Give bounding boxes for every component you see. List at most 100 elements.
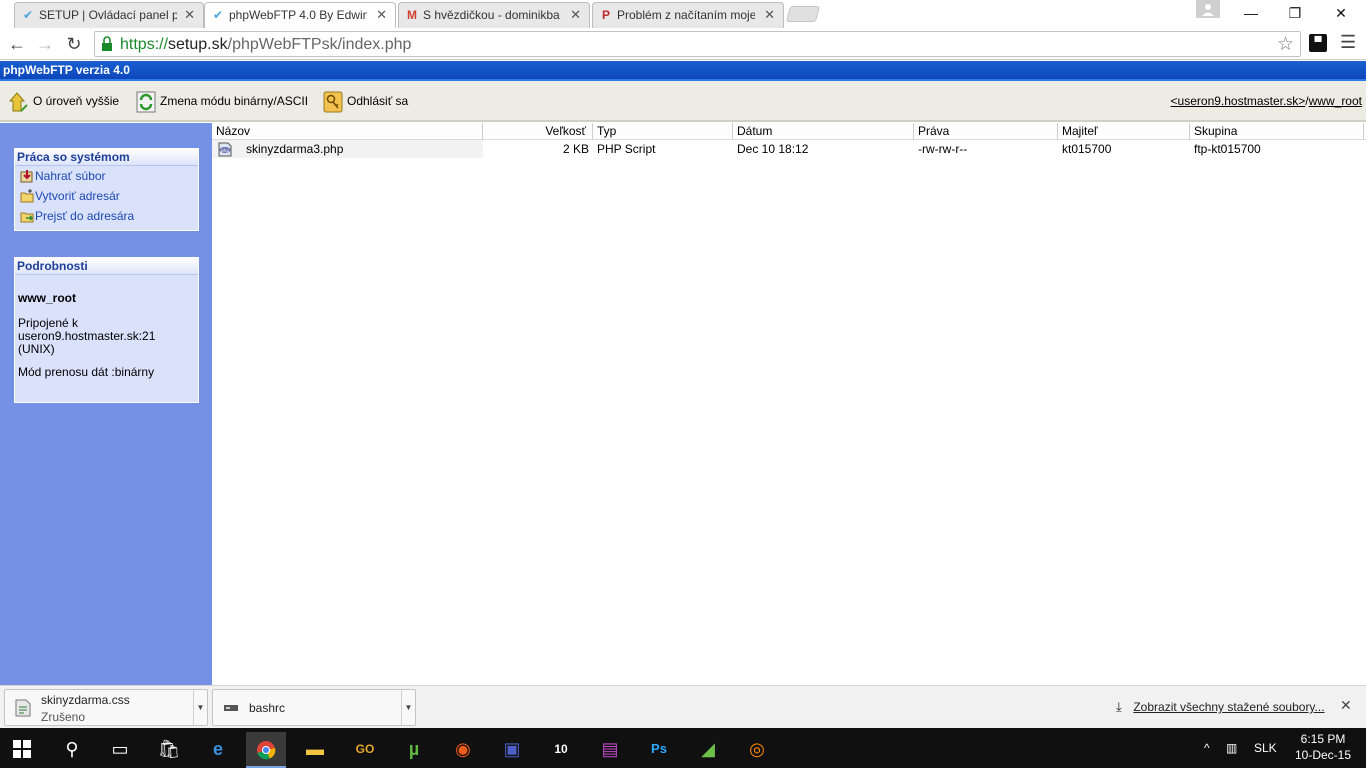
download-item[interactable]: bashrc ▼: [212, 689, 416, 726]
toggle-mode-label: Zmena módu binárny/ASCII: [160, 94, 309, 108]
file-name-cell[interactable]: php skinyzdarma3.php: [212, 140, 483, 158]
edge-icon[interactable]: e: [198, 732, 238, 768]
file-date: Dec 10 18:12: [737, 142, 809, 156]
app-title-bar: phpWebFTP verzia 4.0: [0, 61, 1366, 81]
new-tab-button[interactable]: [785, 6, 821, 22]
extension-icon[interactable]: ▀: [1309, 34, 1327, 52]
floppy-icon[interactable]: ▣: [492, 732, 532, 768]
logout-label: Odhlásiť sa: [347, 94, 409, 108]
download-name: skinyzdarma.css: [41, 693, 130, 707]
up-level-button[interactable]: O úroveň vyššie: [9, 89, 119, 113]
up-level-label: O úroveň vyššie: [33, 94, 120, 108]
system-box: Práca so systémom Nahrať súbor Vytvoriť …: [14, 148, 199, 231]
forward-arrow-icon[interactable]: →: [33, 32, 57, 56]
address-bar[interactable]: https://setup.sk/phpWebFTPsk/index.php ☆: [94, 31, 1301, 57]
column-header-name[interactable]: Názov: [212, 123, 483, 140]
file-name[interactable]: skinyzdarma3.php: [246, 142, 343, 156]
go-to-dir-label: Prejsť do adresára: [35, 209, 135, 223]
file-list: Názov Veľkosť Typ Dátum Práva Majiteľ Sk…: [212, 123, 1366, 685]
system-box-title: Práca so systémom: [15, 149, 198, 166]
search-icon[interactable]: ⚲: [52, 732, 92, 768]
tab-setup[interactable]: ✔ SETUP | Ovládací panel pre ✕: [14, 2, 204, 28]
reload-icon[interactable]: ↻: [62, 32, 86, 56]
tab-close-icon[interactable]: ✕: [376, 3, 387, 27]
tab-problem[interactable]: P Problém z načítaním moje ✕: [592, 2, 784, 28]
tray-chevron-up-icon[interactable]: ^: [1204, 728, 1210, 768]
file-explorer-icon[interactable]: ▬: [295, 732, 335, 768]
tray-language[interactable]: SLK: [1254, 728, 1277, 768]
close-shelf-icon[interactable]: ✕: [1340, 697, 1352, 714]
tab-close-icon[interactable]: ✕: [764, 3, 775, 27]
transfer-mode: Mód prenosu dát :binárny: [18, 365, 155, 379]
breadcrumb-dir-link[interactable]: www_root: [1309, 94, 1362, 108]
app-leaf-icon[interactable]: ◢: [688, 732, 728, 768]
logout-button[interactable]: Odhlásiť sa: [323, 89, 408, 113]
utorrent-icon[interactable]: µ: [394, 732, 434, 768]
firefox-icon[interactable]: ◎: [737, 732, 777, 768]
current-dir-name: www_root: [18, 291, 77, 305]
close-window-button[interactable]: ✕: [1318, 0, 1364, 28]
user-profile-icon[interactable]: [1196, 0, 1220, 18]
chrome-icon[interactable]: [246, 732, 286, 768]
download-menu-chevron-icon[interactable]: ▼: [401, 690, 415, 725]
tab-phpwebftp[interactable]: ✔ phpWebFTP 4.0 By Edwin ✕: [204, 2, 396, 28]
restore-button[interactable]: ❐: [1272, 0, 1318, 28]
column-header-size[interactable]: Veľkosť: [483, 123, 593, 140]
column-header-group[interactable]: Skupina: [1190, 123, 1364, 140]
browser-toolbar: ← → ↻ https://setup.sk/phpWebFTPsk/index…: [0, 28, 1366, 60]
taskbar: ⚲ ▭ 🛍 e ▬ GO µ ◉ ▣ 10 ▤ Ps ◢ ◎ ^ ▥ SLK 6…: [0, 728, 1366, 768]
store-icon[interactable]: 🛍: [149, 732, 189, 768]
app-command-bar: O úroveň vyššie Zmena módu binárny/ASCII…: [0, 81, 1366, 122]
toggle-mode-button[interactable]: Zmena módu binárny/ASCII: [136, 89, 308, 113]
windows-start-icon[interactable]: [2, 728, 42, 768]
photoshop-icon[interactable]: Ps: [639, 732, 679, 768]
file-size: 2 KB: [562, 142, 589, 156]
column-header-type[interactable]: Typ: [593, 123, 733, 140]
download-name: bashrc: [249, 701, 286, 715]
connected-os: (UNIX): [18, 342, 55, 356]
url-scheme: https://: [120, 36, 169, 53]
url-host: setup.sk: [168, 36, 228, 53]
details-content: www_root Pripojené k useron9.hostmaster.…: [15, 292, 198, 379]
download-icon: ⤓: [1116, 699, 1122, 714]
taskbar-clock[interactable]: 6:15 PM 10-Dec-15: [1288, 731, 1358, 763]
task-view-icon[interactable]: ▭: [100, 732, 140, 768]
origin-icon[interactable]: ◉: [443, 732, 483, 768]
tab-gmail[interactable]: M S hvězdičkou - dominikba ✕: [398, 2, 590, 28]
tab-label: Problém z načítaním moje: [617, 8, 755, 22]
winrar-icon[interactable]: ▤: [590, 732, 630, 768]
tab-close-icon[interactable]: ✕: [184, 3, 195, 27]
breadcrumb-host-link[interactable]: <useron9.hostmaster.sk>: [1171, 94, 1306, 108]
upload-file-link[interactable]: Nahrať súbor: [15, 167, 198, 187]
details-box-title: Podrobnosti: [15, 258, 198, 275]
column-header-perms[interactable]: Práva: [914, 123, 1058, 140]
column-header-date[interactable]: Dátum: [733, 123, 914, 140]
clock-time: 6:15 PM: [1300, 732, 1346, 746]
table-row[interactable]: php skinyzdarma3.php 2 KB PHP Script Dec…: [212, 140, 1366, 158]
create-dir-link[interactable]: Vytvoriť adresár: [15, 187, 198, 207]
refresh-mode-icon: [136, 91, 156, 113]
minimize-button[interactable]: —: [1228, 0, 1274, 28]
clock-date: 10-Dec-15: [1294, 748, 1352, 762]
tab-label: phpWebFTP 4.0 By Edwin: [229, 8, 367, 22]
file-perms: -rw-rw-r--: [918, 142, 968, 156]
file-icon: [15, 699, 31, 717]
chrome-menu-icon[interactable]: ☰: [1340, 32, 1356, 53]
windows10-app-icon[interactable]: 10: [541, 732, 581, 768]
file-owner: kt015700: [1062, 142, 1112, 156]
show-all-downloads-link[interactable]: ⤓ Zobrazit všechny stažené soubory...: [1116, 699, 1325, 715]
download-shelf: skinyzdarma.css Zrušeno ▼ bashrc ▼ ⤓ Zob…: [0, 685, 1366, 728]
column-header-owner[interactable]: Majiteľ: [1058, 123, 1190, 140]
download-menu-chevron-icon[interactable]: ▼: [193, 690, 207, 725]
back-arrow-icon[interactable]: ←: [5, 32, 29, 56]
tray-network-icon[interactable]: ▥: [1226, 728, 1237, 768]
csgo-icon[interactable]: GO: [345, 732, 385, 768]
download-item[interactable]: skinyzdarma.css Zrušeno ▼: [4, 689, 208, 726]
forum-favicon-icon: P: [601, 8, 610, 22]
bookmark-star-icon[interactable]: ☆: [1277, 33, 1294, 56]
tab-close-icon[interactable]: ✕: [570, 3, 581, 27]
file-table-header: Názov Veľkosť Typ Dátum Práva Majiteľ Sk…: [212, 123, 1366, 140]
go-to-dir-link[interactable]: Prejsť do adresára: [15, 207, 198, 227]
download-status: Zrušeno: [41, 710, 86, 724]
tab-label: S hvězdičkou - dominikba: [423, 8, 560, 22]
